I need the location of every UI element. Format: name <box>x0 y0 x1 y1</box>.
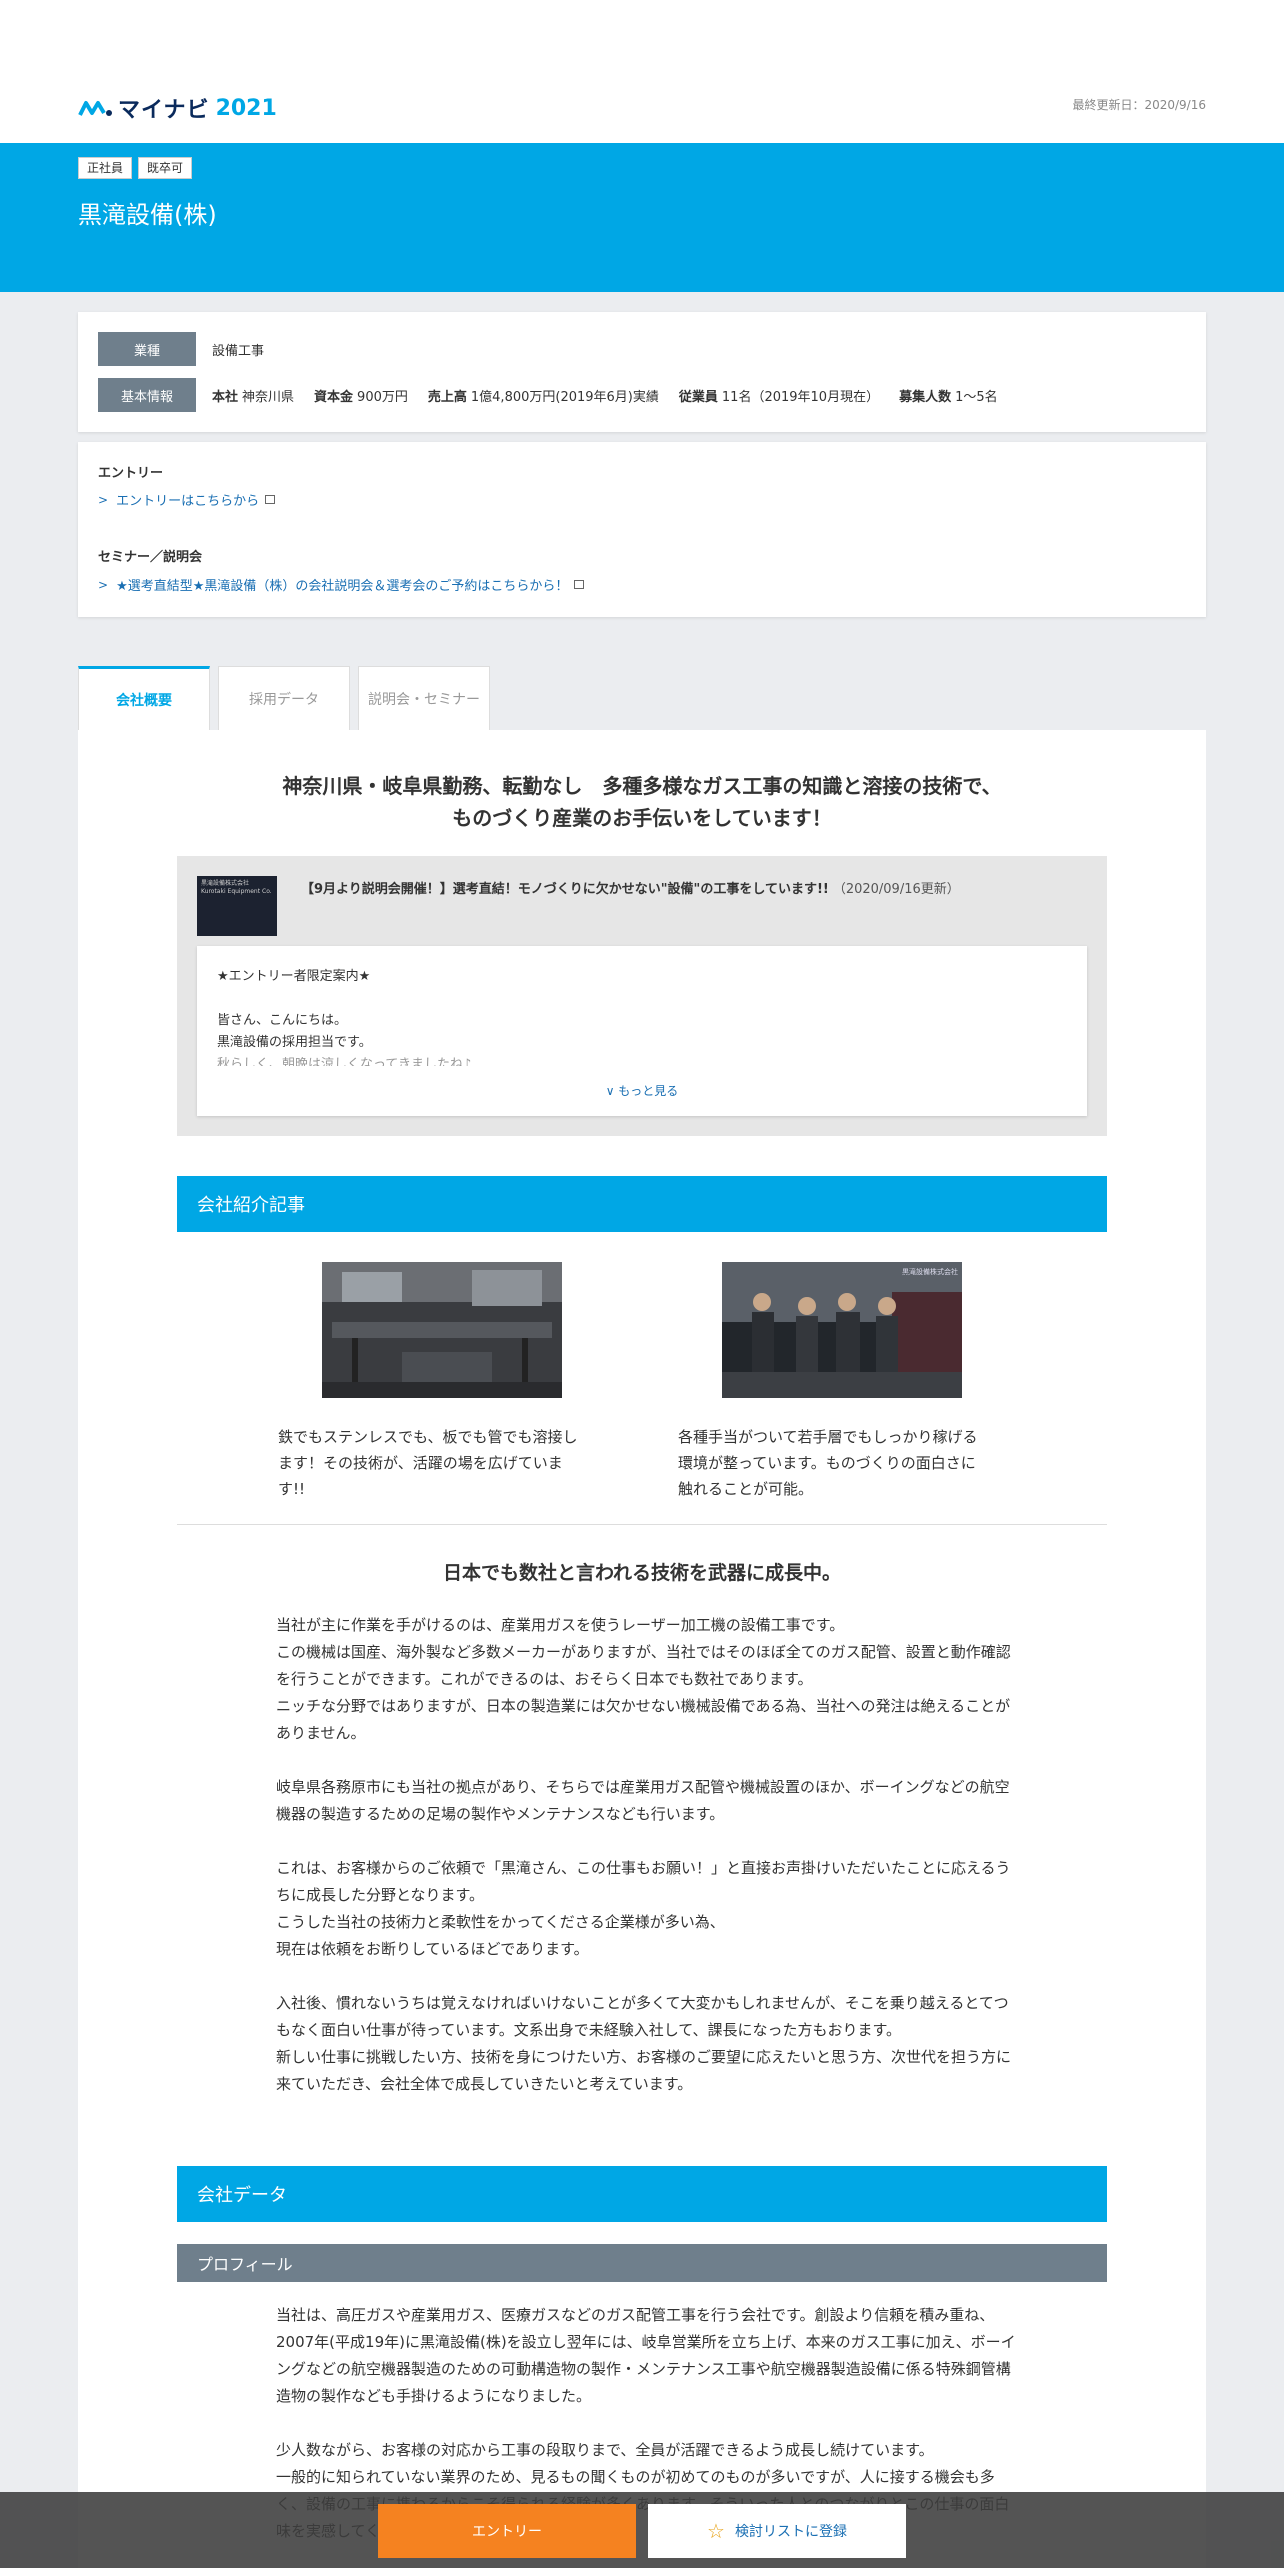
news-box: 黒滝設備株式会社 Kurotaki Equipment Co. 【9月より説明会… <box>177 856 1107 1136</box>
section-divider <box>177 1524 1107 1525</box>
news-date: （2020/09/16更新） <box>832 882 960 897</box>
chevron-right-icon: > <box>98 577 109 592</box>
external-window-icon <box>265 495 276 504</box>
staff-photo[interactable]: 黒滝設備株式会社 <box>722 1262 962 1398</box>
badge-fulltime: 正社員 <box>78 157 133 179</box>
show-more-link[interactable]: ∨ もっと見る <box>197 1082 1087 1099</box>
chevron-down-icon: ∨ <box>605 1084 619 1098</box>
entry-card: エントリー > エントリーはこちらから セミナー／説明会 > ★選考直結型★黒滝… <box>78 442 1206 617</box>
profile-header: プロフィール <box>177 2244 1107 2282</box>
news-title[interactable]: 【9月より説明会開催！】選考直結！モノづくりに欠かせない"設備"の工事をしていま… <box>301 878 960 897</box>
content-tabs: 会社概要 採用データ 説明会・セミナー <box>78 666 490 730</box>
industry-label: 業種 <box>98 332 196 366</box>
info-recruit-count: 募集人数 1～5名 <box>899 389 998 405</box>
news-text: ★エントリー者限定案内★ 皆さん、こんにちは。 黒滝設備の採用担当です。 秋らし… <box>217 969 472 1066</box>
badge-graduate-ok: 既卒可 <box>138 157 193 179</box>
company-hero: 正社員 既卒可 黒滝設備(株) <box>0 143 1284 292</box>
company-data-header: 会社データ <box>177 2166 1107 2222</box>
article-caption: 各種手当がついて若手層でもしっかり稼げる環境が整っています。ものづくりの面白さに… <box>678 1428 978 1498</box>
article-caption: 鉄でもステンレスでも、板でも管でも溶接します！その技術が、活躍の場を広げています… <box>278 1428 578 1498</box>
logo-year: 2021 <box>215 95 277 121</box>
tab-seminar[interactable]: 説明会・セミナー <box>358 666 490 730</box>
industry-row: 業種 設備工事 <box>98 332 264 366</box>
news-thumbnail[interactable]: 黒滝設備株式会社 Kurotaki Equipment Co. <box>197 876 277 936</box>
basic-info-card: 業種 設備工事 基本情報 本社 神奈川県 資本金 900万円 売上高 1億4,800万… <box>78 312 1206 432</box>
article-card: 黒滝設備株式会社 各種手当がついて若手層でもしっかり稼げる環境が整っています。も… <box>678 1262 978 1502</box>
news-body: ★エントリー者限定案内★ 皆さん、こんにちは。 黒滝設備の採用担当です。 秋らし… <box>197 946 1087 1116</box>
workshop-photo[interactable] <box>322 1262 562 1398</box>
company-name: 黒滝設備(株) <box>78 201 217 229</box>
mynavi-logo-icon <box>78 101 112 116</box>
info-hq: 本社 神奈川県 <box>212 389 295 405</box>
entry-button[interactable]: エントリー <box>378 2504 636 2558</box>
svg-text:黒滝設備株式会社: 黒滝設備株式会社 <box>902 1267 958 1276</box>
info-employees: 従業員 11名（2019年10月現在） <box>678 389 880 405</box>
company-description: 当社が主に作業を手がけるのは、産業用ガスを使うレーザー加工機の設備工事です。 こ… <box>276 1616 1012 2093</box>
badge-list: 正社員 既卒可 <box>78 157 193 179</box>
article-card: 鉄でもステンレスでも、板でも管でも溶接します！その技術が、活躍の場を広げています… <box>278 1262 578 1502</box>
mynavi-logo[interactable]: マイナビ 2021 <box>78 92 277 124</box>
basic-info-row: 基本情報 本社 神奈川県 資本金 900万円 売上高 1億4,800万円(2019年6… <box>98 378 1018 412</box>
main-content: 神奈川県・岐阜県勤務、転勤なし 多種多様なガス工事の知識と溶接の技術で、 ものづ… <box>78 730 1206 2568</box>
bottom-action-bar: エントリー ☆ 検討リストに登録 <box>0 2492 1284 2568</box>
logo-text: マイナビ <box>118 98 210 123</box>
entry-link[interactable]: > エントリーはこちらから <box>98 490 276 509</box>
top-header: マイナビ 2021 最終更新日：2020/9/16 <box>0 0 1284 143</box>
tab-recruit-data[interactable]: 採用データ <box>218 666 350 730</box>
chevron-right-icon: > <box>98 492 109 507</box>
info-sales: 売上高 1億4,800万円(2019年6月)実績 <box>427 389 659 405</box>
info-capital: 資本金 900万円 <box>314 389 408 405</box>
section-subheading: 日本でも数社と言われる技術を武器に成長中。 <box>442 1562 842 1584</box>
seminar-link[interactable]: > ★選考直結型★黒滝設備（株）の会社説明会＆選考会のご予約はこちらから！ <box>98 575 585 594</box>
page-headline: 神奈川県・岐阜県勤務、転勤なし 多種多様なガス工事の知識と溶接の技術で、 ものづ… <box>282 774 1002 830</box>
seminar-title: セミナー／説明会 <box>98 550 203 565</box>
star-icon: ☆ <box>707 2520 725 2543</box>
intro-articles-header: 会社紹介記事 <box>177 1176 1107 1232</box>
entry-title: エントリー <box>98 466 164 481</box>
add-to-list-button[interactable]: ☆ 検討リストに登録 <box>648 2504 906 2558</box>
tab-company-overview[interactable]: 会社概要 <box>78 666 210 730</box>
last-updated: 最終更新日：2020/9/16 <box>1072 98 1206 112</box>
basic-info-label: 基本情報 <box>98 378 196 412</box>
external-window-icon <box>574 580 585 589</box>
industry-value: 設備工事 <box>212 343 265 359</box>
